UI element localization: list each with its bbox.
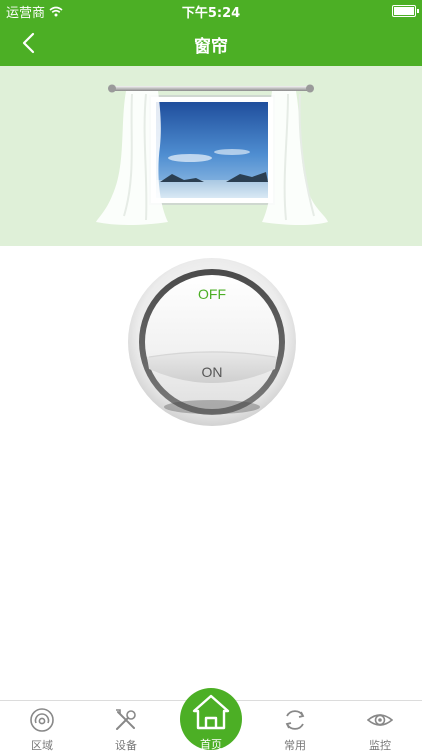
window-curtain-image	[96, 84, 328, 225]
status-time: 下午5:24	[181, 6, 241, 21]
curtain-switch[interactable]: OFF ON	[127, 257, 297, 427]
tab-area-label: 区域	[31, 739, 53, 752]
home-icon	[192, 694, 230, 730]
tab-devices-label: 设备	[115, 739, 137, 752]
refresh-icon	[285, 710, 305, 730]
curtain-illustration	[0, 66, 422, 246]
battery-icon	[392, 5, 419, 17]
page-title: 窗帘	[194, 37, 228, 57]
switch-off-label: OFF	[198, 286, 226, 302]
switch-graphic	[128, 258, 296, 426]
area-icon	[30, 708, 54, 732]
status-bar: 运营商 下午5:24	[0, 0, 422, 21]
tab-devices[interactable]: 设备	[84, 701, 168, 752]
tab-monitor-label: 监控	[369, 739, 391, 752]
tab-favorites[interactable]: 常用	[253, 701, 337, 752]
nav-bar: 窗帘	[0, 20, 422, 66]
eye-icon	[367, 714, 393, 726]
tab-area[interactable]: 区域	[0, 701, 84, 752]
tab-favorites-label: 常用	[284, 739, 306, 752]
tab-monitor[interactable]: 监控	[338, 701, 422, 752]
switch-on-label: ON	[201, 364, 223, 380]
tools-icon	[116, 709, 136, 730]
